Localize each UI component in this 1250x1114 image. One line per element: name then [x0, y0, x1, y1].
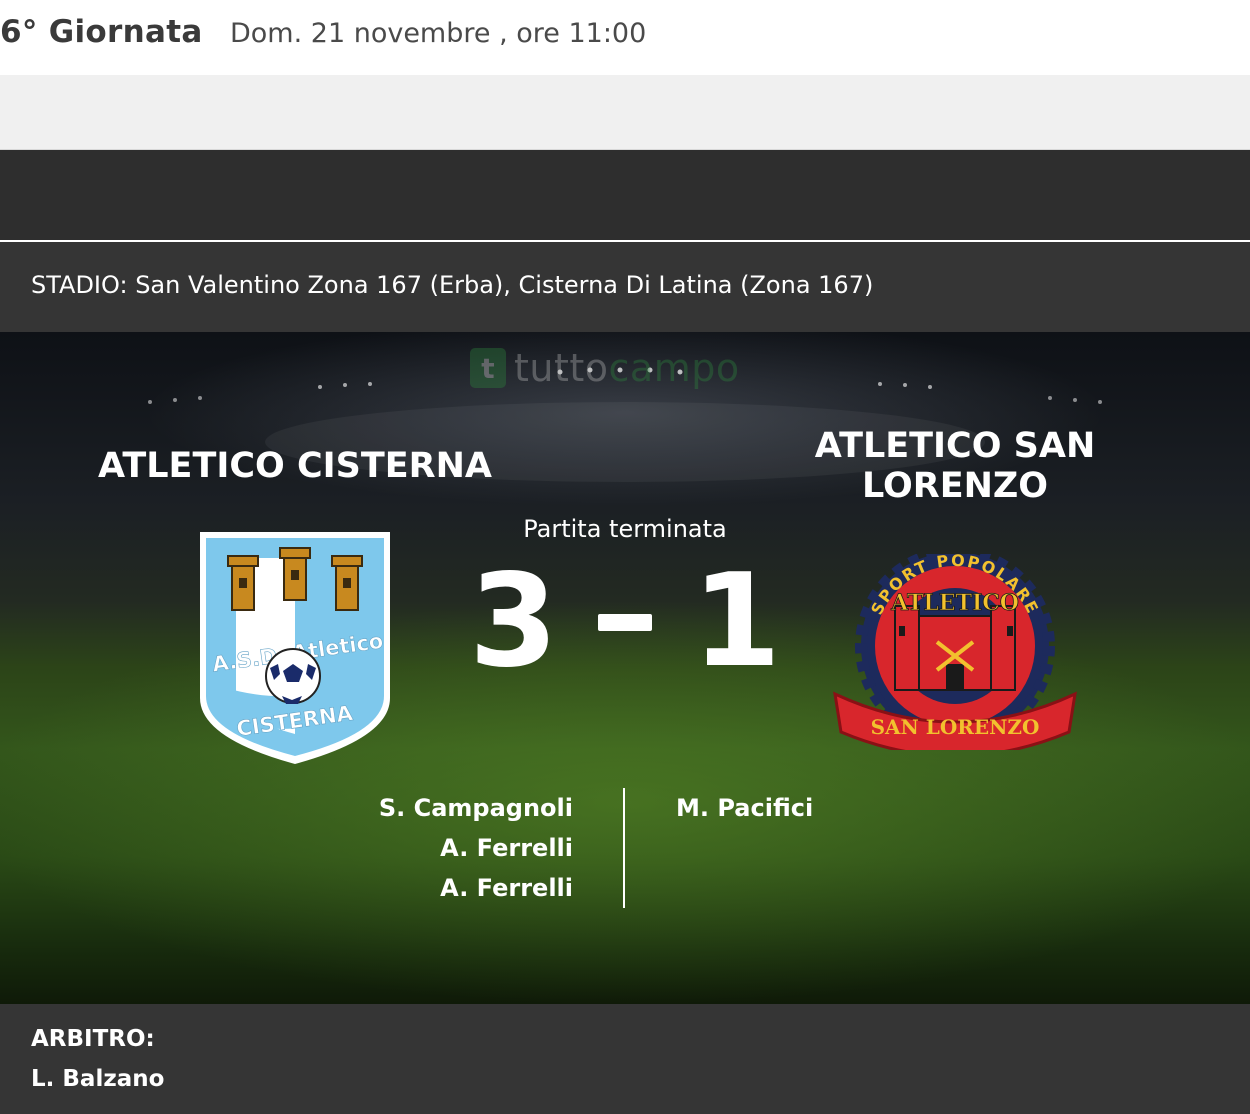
referee-name: L. Balzano — [31, 1066, 165, 1092]
home-scorer: A. Ferrelli — [440, 874, 573, 902]
spacer-band — [0, 75, 1250, 150]
match-header: 6° Giornata Dom. 21 novembre , ore 11:00 — [0, 0, 1250, 75]
dark-band — [0, 150, 1250, 240]
away-team-name[interactable]: ATLETICO SAN LORENZO — [790, 426, 1120, 506]
round-label: 6° Giornata — [0, 14, 203, 50]
final-score: 3 1 — [445, 557, 805, 687]
home-scorer: A. Ferrelli — [440, 834, 573, 862]
tuttocampo-watermark: t tuttocampo — [470, 346, 740, 390]
away-team-crest-icon[interactable]: SPORT POPOLARE ATLETICO SAN LORENZO — [833, 554, 1077, 750]
referee-label: ARBITRO: — [31, 1026, 155, 1052]
match-status: Partita terminata — [523, 515, 727, 543]
scorers-divider — [623, 788, 625, 908]
stadium-bar: STADIO: San Valentino Zona 167 (Erba), C… — [0, 242, 1250, 332]
home-scorer: S. Campagnoli — [378, 794, 573, 822]
stadium-info: STADIO: San Valentino Zona 167 (Erba), C… — [31, 271, 874, 299]
tuttocampo-logo-icon: t — [470, 348, 506, 388]
wordmark-part-2: campo — [608, 346, 740, 390]
away-scorer: M. Pacifici — [676, 794, 814, 822]
away-scorers-list: M. Pacifici — [676, 788, 936, 828]
wordmark-part-1: tutto — [514, 346, 609, 390]
home-team-name[interactable]: ATLETICO CISTERNA — [80, 446, 510, 486]
home-team-crest-icon[interactable]: A.S.D. Atletico CISTERNA — [196, 528, 394, 766]
score-separator — [598, 613, 652, 631]
match-datetime: Dom. 21 novembre , ore 11:00 — [230, 18, 647, 49]
away-crest-banner-text: SAN LORENZO — [871, 715, 1040, 739]
away-score: 1 — [692, 547, 782, 696]
home-scorers-list: S. Campagnoli A. Ferrelli A. Ferrelli — [330, 788, 573, 908]
away-crest-main-text: ATLETICO — [890, 590, 1019, 616]
referee-bar: ARBITRO: L. Balzano — [0, 1004, 1250, 1114]
home-score: 3 — [468, 547, 558, 696]
tuttocampo-wordmark: tuttocampo — [514, 346, 740, 390]
match-card: t tuttocampo ATLETICO CISTERNA ATLETICO … — [0, 332, 1250, 1004]
